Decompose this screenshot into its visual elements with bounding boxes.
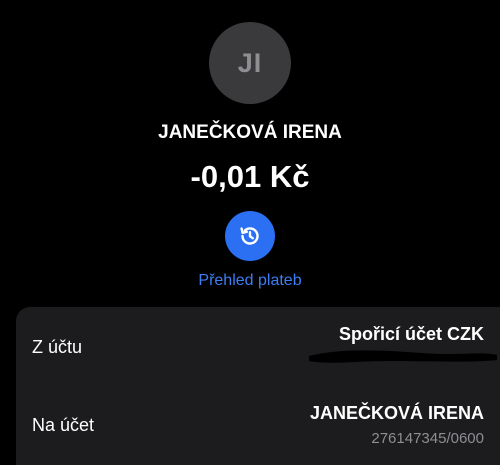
payment-history-button[interactable]: [225, 211, 275, 261]
from-account-label: Z účtu: [32, 337, 83, 357]
recipient-name: JANEČKOVÁ IRENA: [158, 122, 342, 143]
payment-details-card: Z účtu Spořicí účet CZK Na účet JANEČKOV…: [16, 307, 500, 465]
to-account-label: Na účet: [32, 415, 95, 435]
payment-history-link[interactable]: Přehled plateb: [0, 272, 500, 290]
avatar-initials: JI: [237, 47, 263, 78]
history-clock-icon: [240, 227, 259, 245]
to-account-name: JANEČKOVÁ IRENA: [309, 403, 484, 423]
from-account-value: Spořicí účet CZK: [338, 324, 484, 344]
avatar: JI: [209, 22, 291, 104]
payment-amount: -0,01 Kč: [190, 159, 310, 194]
to-account-row: Na účet JANEČKOVÁ IRENA 276147345/0600: [16, 387, 500, 465]
from-account-row: Z účtu Spořicí účet CZK: [16, 307, 500, 387]
payment-detail-screen: JI JANEČKOVÁ IRENA -0,01 Kč Přehled plat…: [0, 0, 500, 465]
to-account-number: 276147345/0600: [371, 430, 484, 447]
redacted-account-scribble: [309, 350, 497, 363]
